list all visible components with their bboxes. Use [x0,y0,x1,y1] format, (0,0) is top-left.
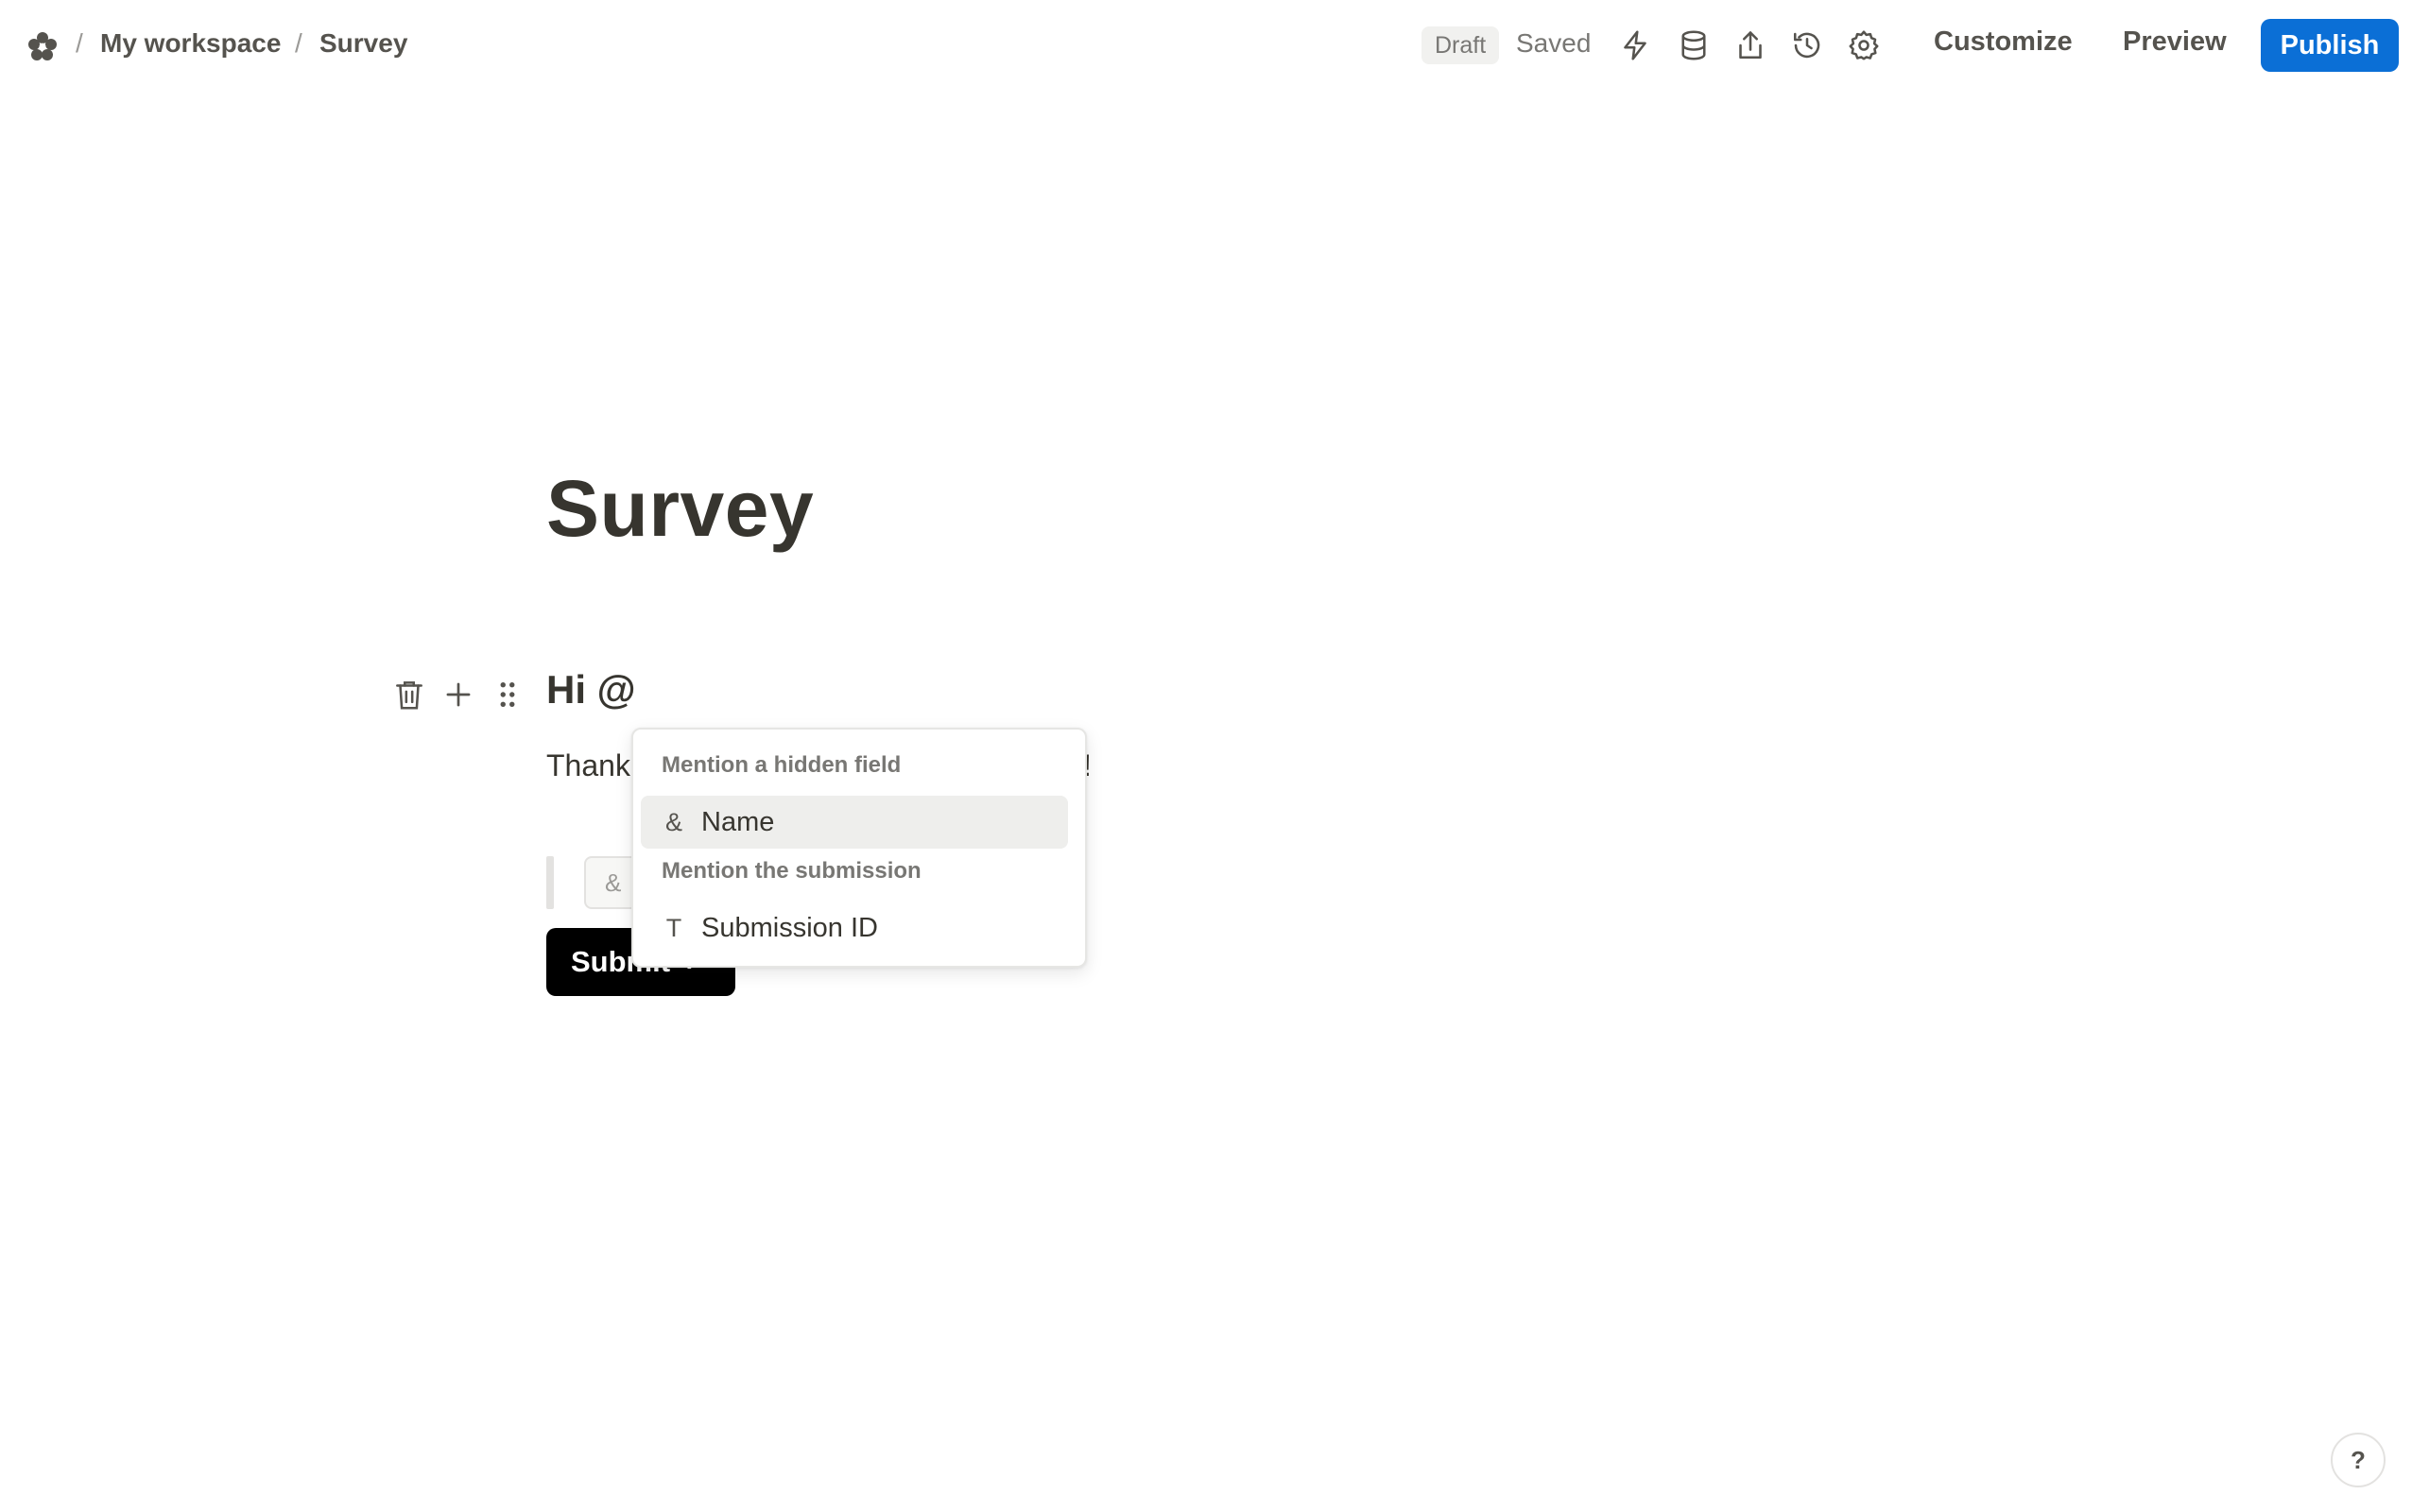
preview-button[interactable]: Preview [2123,26,2227,58]
menu-section-hidden-field: Mention a hidden field [662,752,902,778]
breadcrumb-workspace-link[interactable]: My workspace [100,28,281,59]
publish-button[interactable]: Publish [2261,19,2399,72]
top-bar: / My workspace / Survey Draft Saved Cust… [0,0,2412,93]
plus-icon[interactable] [440,677,476,713]
status-badge: Draft [1421,26,1500,64]
workspace-logo-icon[interactable] [26,30,59,62]
database-icon[interactable] [1677,28,1711,62]
text-type-icon: T [665,914,682,942]
breadcrumb-separator: / [295,28,302,58]
gear-icon[interactable] [1847,28,1881,62]
menu-item-submission-id[interactable]: T Submission ID [641,902,1068,954]
heading-block[interactable]: Hi @ [546,667,636,713]
input-block-indicator [546,856,554,909]
trash-icon[interactable] [391,677,427,713]
menu-section-submission: Mention the submission [662,858,922,884]
menu-item-label: Submission ID [701,913,878,943]
breadcrumb-separator: / [76,28,83,58]
paragraph-block[interactable]: Thank [546,748,630,783]
help-button[interactable]: ? [2331,1433,2386,1487]
page-title[interactable]: Survey [546,463,814,555]
share-icon[interactable] [1733,28,1767,62]
drag-handle-icon[interactable] [490,677,525,713]
history-icon[interactable] [1790,28,1824,62]
menu-item-name[interactable]: & Name [641,796,1068,849]
lightning-icon[interactable] [1618,28,1652,62]
ampersand-icon: & [664,808,682,836]
menu-item-label: Name [701,807,775,837]
breadcrumb-page[interactable]: Survey [319,28,407,59]
customize-button[interactable]: Customize [1934,26,2073,58]
mention-menu: Mention a hidden field & Name Mention th… [631,728,1087,968]
save-status: Saved [1516,28,1592,58]
